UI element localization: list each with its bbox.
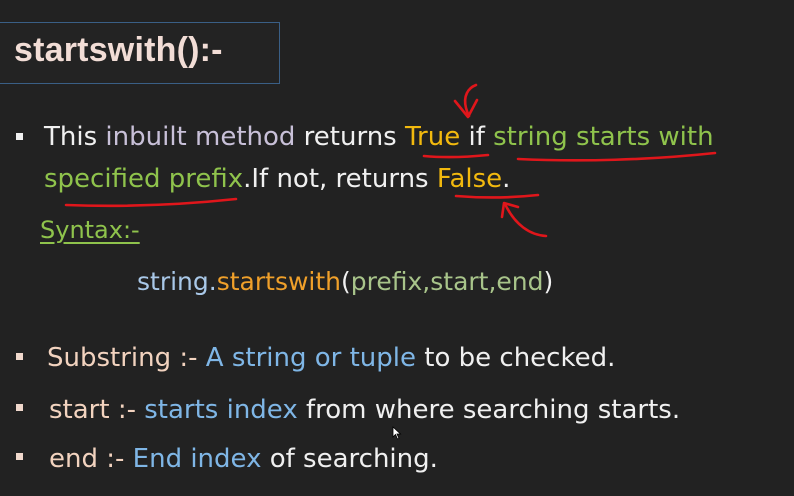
annotation-underline-true: [422, 153, 490, 159]
keyword-false: False: [436, 164, 503, 194]
param-desc: from where searching starts.: [297, 395, 681, 425]
param-item: Substring :- A string or tuple to be che…: [47, 343, 615, 373]
text-if-not: .If not, returns: [243, 164, 437, 194]
bullet-marker: [16, 453, 23, 460]
code-object: string: [137, 267, 209, 296]
param-separator: :-: [97, 444, 133, 474]
param-item: start :- starts index from where searchi…: [49, 395, 680, 425]
syntax-label: Syntax:-: [40, 216, 140, 244]
param-name: end: [49, 444, 98, 474]
annotation-underline-phrase: [516, 151, 717, 162]
keyword-true: True: [404, 122, 461, 152]
bullet-marker: [16, 133, 23, 140]
slide-title: startswith():-: [14, 31, 223, 69]
mouse-cursor-icon: [392, 426, 402, 440]
code-method: startswith: [216, 267, 342, 296]
code-dot: .: [208, 267, 217, 296]
bullet-marker: [16, 404, 23, 411]
bullet-marker: [16, 353, 23, 360]
annotation-arrow-false: [503, 202, 548, 238]
text-inbuilt-method: inbuilt method: [105, 122, 296, 152]
annotation-underline-false: [454, 193, 540, 199]
param-desc: of searching.: [261, 444, 438, 474]
text-specified-prefix: specified prefix: [44, 164, 244, 194]
code-args: prefix,start,end: [350, 267, 544, 296]
text-period: .: [502, 164, 511, 194]
title-box: startswith():-: [0, 22, 280, 84]
param-separator: :-: [171, 343, 206, 373]
param-item: end :- End index of searching.: [49, 444, 438, 474]
param-desc: to be checked.: [416, 343, 616, 373]
param-separator: :-: [109, 395, 145, 425]
param-desc-highlight: starts index: [144, 395, 298, 425]
code-close-paren: ): [543, 267, 554, 296]
code-open-paren: (: [341, 267, 351, 296]
bullet-1-line-1: This inbuilt method returns True if stri…: [44, 122, 714, 152]
code-syntax: string.startswith(prefix,start,end): [137, 267, 553, 296]
annotation-arrowhead-false: [500, 201, 520, 219]
text-if: if: [460, 122, 494, 152]
param-name: Substring: [47, 343, 172, 373]
annotation-arrow-true: [463, 83, 478, 118]
text-this: This: [44, 122, 106, 152]
param-desc-highlight: A string or tuple: [205, 343, 417, 373]
param-name: start: [49, 395, 110, 425]
annotation-arrowhead-true: [453, 98, 479, 119]
text-returns: returns: [295, 122, 405, 152]
text-string-starts-with: string starts with: [493, 122, 714, 152]
bullet-1-line-2: specified prefix.If not, returns False.: [44, 164, 510, 194]
param-desc-highlight: End index: [132, 444, 262, 474]
annotation-underline-prefix: [64, 197, 238, 208]
